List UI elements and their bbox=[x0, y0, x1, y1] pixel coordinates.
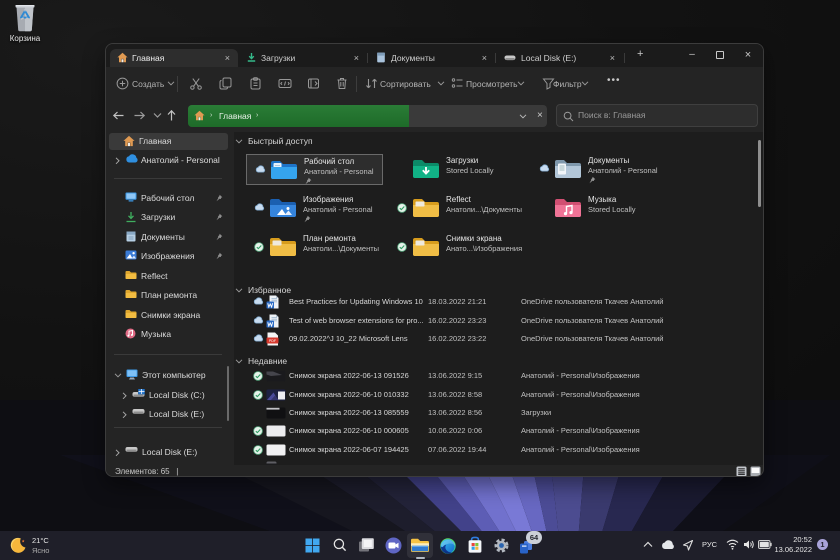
svg-text:PDF: PDF bbox=[269, 339, 277, 343]
